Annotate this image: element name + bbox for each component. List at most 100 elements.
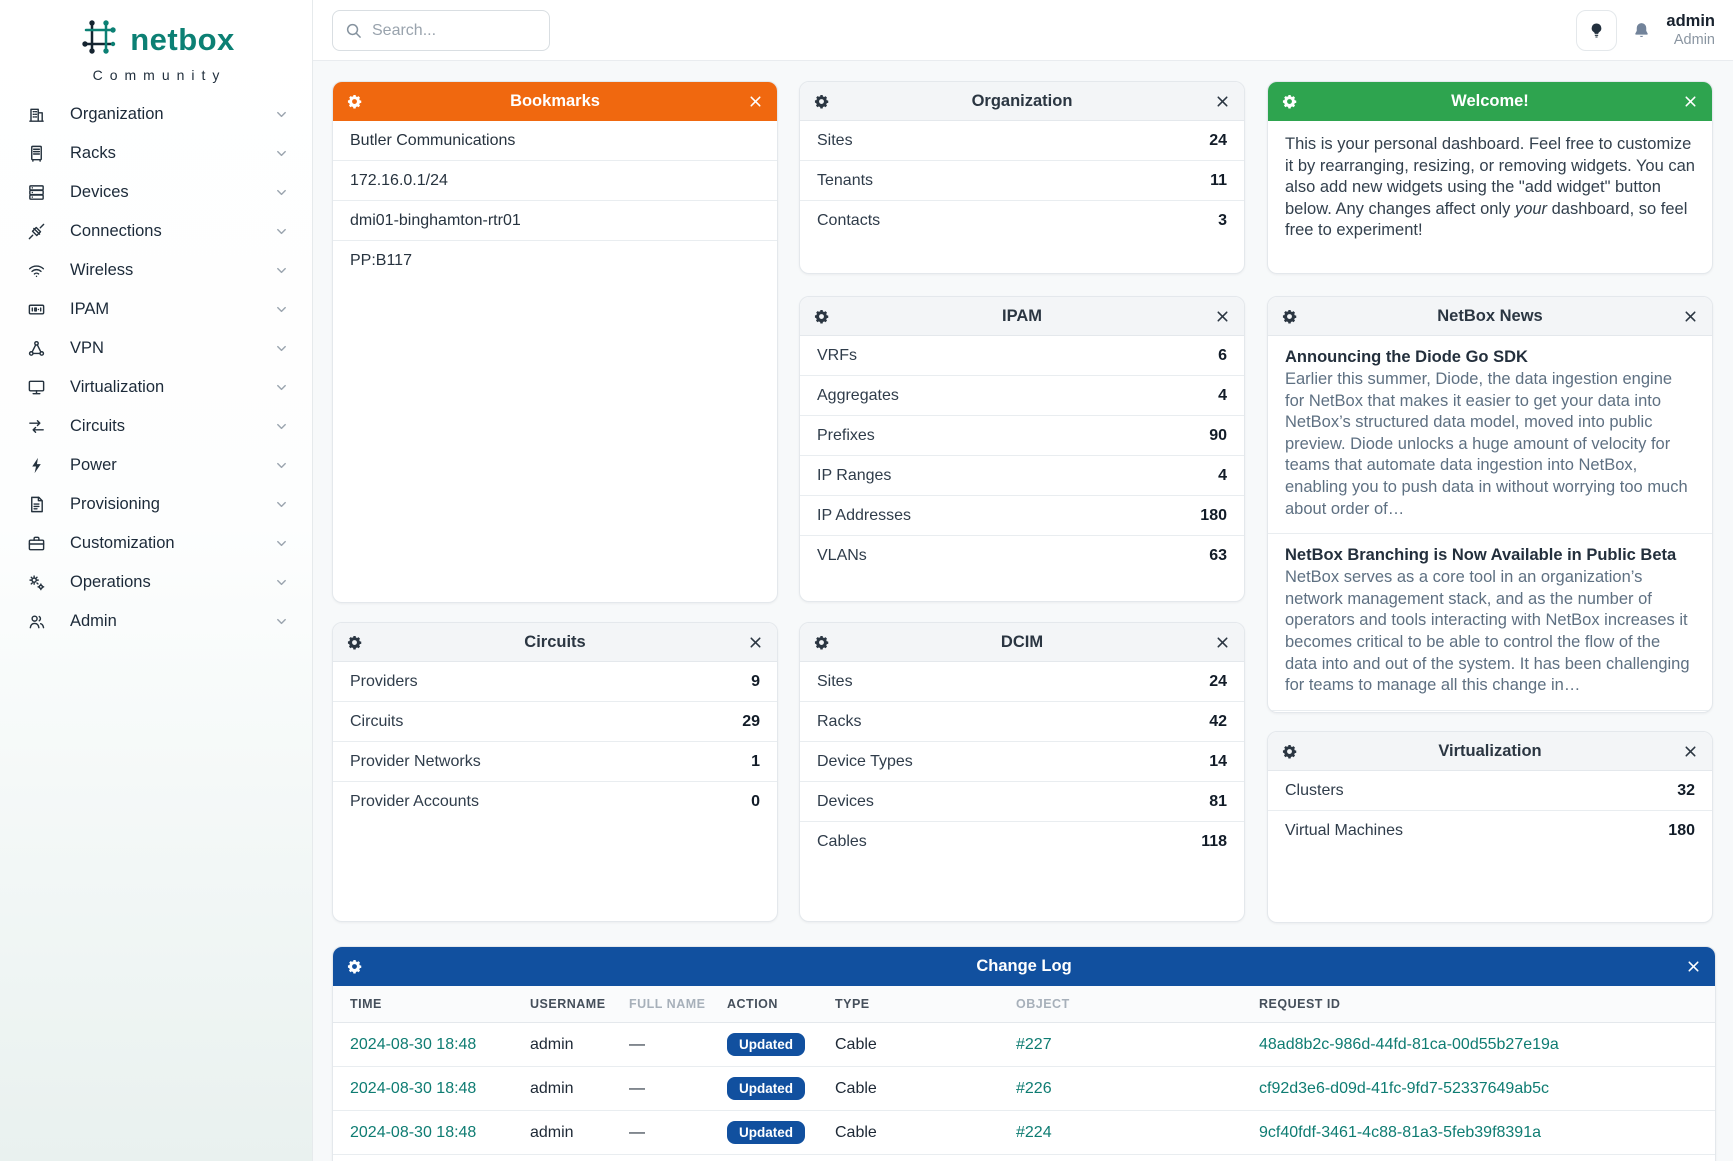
close-icon[interactable] xyxy=(1214,308,1231,325)
sidebar-item-racks[interactable]: Racks xyxy=(0,134,312,173)
stat-link[interactable]: Sites xyxy=(817,673,853,691)
stat-value: 1 xyxy=(751,753,760,771)
stat-link[interactable]: VRFs xyxy=(817,347,857,365)
change-request-id-link[interactable]: 48ad8b2c-986d-44fd-81ca-00d55b27e19a xyxy=(1259,1036,1559,1053)
close-icon[interactable] xyxy=(747,93,764,110)
column-header-action[interactable]: ACTION xyxy=(719,986,827,1023)
close-icon[interactable] xyxy=(1214,93,1231,110)
column-header-username[interactable]: USERNAME xyxy=(522,986,621,1023)
column-header-full-name: FULL NAME xyxy=(621,986,719,1023)
admin-icon xyxy=(25,612,47,632)
changelog-table: TIME USERNAME FULL NAME ACTION TYPE OBJE… xyxy=(333,986,1715,1161)
change-request-id-link[interactable]: cf92d3e6-d09d-41fc-9fd7-52337649ab5c xyxy=(1259,1080,1549,1097)
sidebar-item-power[interactable]: Power xyxy=(0,446,312,485)
theme-toggle-button[interactable] xyxy=(1576,10,1617,51)
change-request-id-link[interactable]: 9cf40fdf-3461-4c88-81a3-5feb39f8391a xyxy=(1259,1124,1541,1141)
sidebar-item-customization[interactable]: Customization xyxy=(0,524,312,563)
notifications-button[interactable] xyxy=(1632,21,1651,40)
change-time-link[interactable]: 2024-08-30 18:48 xyxy=(350,1124,476,1141)
brand[interactable]: netbox Community xyxy=(0,0,312,83)
change-time-link[interactable]: 2024-08-30 18:48 xyxy=(350,1080,476,1097)
change-object-link[interactable]: #224 xyxy=(1016,1124,1052,1141)
sidebar-item-organization[interactable]: Organization xyxy=(0,95,312,134)
gear-icon[interactable] xyxy=(1281,743,1298,760)
gear-icon[interactable] xyxy=(813,308,830,325)
sidebar-item-vpn[interactable]: VPN xyxy=(0,329,312,368)
stat-link[interactable]: Provider Networks xyxy=(350,753,481,771)
close-icon[interactable] xyxy=(1682,308,1699,325)
stat-link[interactable]: Aggregates xyxy=(817,387,899,405)
stat-link[interactable]: VLANs xyxy=(817,547,867,565)
stat-link[interactable]: Provider Accounts xyxy=(350,793,479,811)
sidebar-item-ipam[interactable]: IPAM xyxy=(0,290,312,329)
user-role: Admin xyxy=(1666,32,1715,49)
chevron-down-icon xyxy=(275,186,288,199)
sidebar-item-provisioning[interactable]: Provisioning xyxy=(0,485,312,524)
stat-value: 63 xyxy=(1209,547,1227,565)
gear-icon[interactable] xyxy=(1281,308,1298,325)
stat-link[interactable]: IP Addresses xyxy=(817,507,911,525)
gear-icon[interactable] xyxy=(346,634,363,651)
close-icon[interactable] xyxy=(1682,743,1699,760)
stat-link[interactable]: IP Ranges xyxy=(817,467,891,485)
sidebar-item-connections[interactable]: Connections xyxy=(0,212,312,251)
sidebar-item-wireless[interactable]: Wireless xyxy=(0,251,312,290)
stat-value: 24 xyxy=(1209,132,1227,150)
gear-icon[interactable] xyxy=(813,93,830,110)
gear-icon[interactable] xyxy=(813,634,830,651)
news-title-link[interactable]: NetBox Branching is Now Available in Pub… xyxy=(1285,546,1695,565)
sidebar-item-virtualization[interactable]: Virtualization xyxy=(0,368,312,407)
close-icon[interactable] xyxy=(747,634,764,651)
bookmark-link[interactable]: PP:B117 xyxy=(333,241,777,281)
change-username: admin xyxy=(522,1023,621,1067)
change-type: Cable xyxy=(827,1023,1008,1067)
stat-value: 24 xyxy=(1209,673,1227,691)
news-item: Announcing the Diode Go SDK Earlier this… xyxy=(1268,336,1712,534)
sidebar-item-label: Virtualization xyxy=(70,378,275,397)
stat-link[interactable]: Racks xyxy=(817,713,861,731)
stat-link[interactable]: Cables xyxy=(817,833,867,851)
gear-icon[interactable] xyxy=(346,958,363,975)
stat-link[interactable]: Prefixes xyxy=(817,427,875,445)
netbox-logo xyxy=(77,15,121,64)
changelog-row: 2024-08-30 18:48 admin — Updated Cable #… xyxy=(333,1067,1715,1111)
column-header-type[interactable]: TYPE xyxy=(827,986,1008,1023)
close-icon[interactable] xyxy=(1685,958,1702,975)
stat-link[interactable]: Device Types xyxy=(817,753,913,771)
sidebar-item-devices[interactable]: Devices xyxy=(0,173,312,212)
gear-icon[interactable] xyxy=(346,93,363,110)
sidebar-item-circuits[interactable]: Circuits xyxy=(0,407,312,446)
column-header-time[interactable]: TIME xyxy=(333,986,522,1023)
stat-link[interactable]: Devices xyxy=(817,793,874,811)
stat-link[interactable]: Virtual Machines xyxy=(1285,822,1403,840)
organization-widget-header: Organization xyxy=(800,82,1244,121)
search-input[interactable] xyxy=(372,22,537,40)
gear-icon[interactable] xyxy=(1281,93,1298,110)
operations-icon xyxy=(25,573,47,593)
news-title-link[interactable]: Announcing the Diode Go SDK xyxy=(1285,348,1695,367)
close-icon[interactable] xyxy=(1214,634,1231,651)
news-widget-header: NetBox News xyxy=(1268,297,1712,336)
column-header-request-id[interactable]: REQUEST ID xyxy=(1251,986,1715,1023)
user-menu[interactable]: admin Admin xyxy=(1666,12,1715,49)
bookmark-link[interactable]: Butler Communications xyxy=(333,121,777,161)
change-object-link[interactable]: #227 xyxy=(1016,1036,1052,1053)
close-icon[interactable] xyxy=(1682,93,1699,110)
change-time-link[interactable]: 2024-08-30 18:48 xyxy=(350,1036,476,1053)
circuits-icon xyxy=(25,417,47,437)
stat-row: Provider Networks 1 xyxy=(333,742,777,782)
stat-row: Prefixes90 xyxy=(800,416,1244,456)
chevron-down-icon xyxy=(275,147,288,160)
stat-link[interactable]: Tenants xyxy=(817,172,873,190)
stat-link[interactable]: Providers xyxy=(350,673,418,691)
stat-row: Contacts3 xyxy=(800,201,1244,241)
stat-link[interactable]: Sites xyxy=(817,132,853,150)
change-object-link[interactable]: #226 xyxy=(1016,1080,1052,1097)
bookmark-link[interactable]: 172.16.0.1/24 xyxy=(333,161,777,201)
sidebar-item-operations[interactable]: Operations xyxy=(0,563,312,602)
stat-link[interactable]: Circuits xyxy=(350,713,403,731)
stat-link[interactable]: Contacts xyxy=(817,212,880,230)
bookmark-link[interactable]: dmi01-binghamton-rtr01 xyxy=(333,201,777,241)
stat-link[interactable]: Clusters xyxy=(1285,782,1344,800)
sidebar-item-admin[interactable]: Admin xyxy=(0,602,312,641)
